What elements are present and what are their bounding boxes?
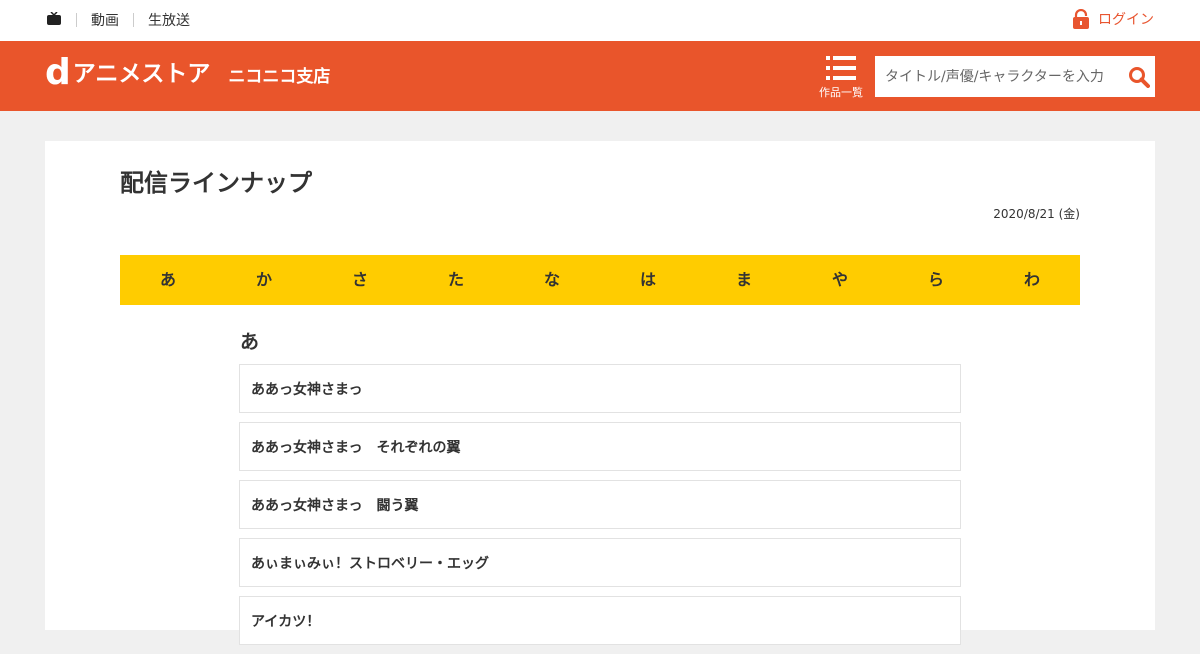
divider xyxy=(76,13,77,27)
nav-link-live[interactable]: 生放送 xyxy=(148,12,190,30)
tv-icon[interactable] xyxy=(46,12,62,26)
login-label: ログイン xyxy=(1098,12,1154,28)
search-button[interactable] xyxy=(1123,61,1155,93)
work-list-button[interactable]: 作品一覧 xyxy=(815,56,867,100)
search-input[interactable] xyxy=(875,68,1124,85)
kana-tab-sa[interactable]: さ xyxy=(312,255,408,305)
kana-tab-ma[interactable]: ま xyxy=(696,255,792,305)
kana-tab-a[interactable]: あ xyxy=(120,255,216,305)
list-item[interactable]: ああっ女神さまっ xyxy=(239,364,961,413)
divider xyxy=(133,13,134,27)
kana-tab-ra[interactable]: ら xyxy=(888,255,984,305)
site-header: d アニメストア ニコニコ支店 作品一覧 xyxy=(0,41,1200,111)
logo-d: d xyxy=(45,52,71,93)
list-item[interactable]: あぃまぃみぃ！ストロベリー・エッグ xyxy=(239,538,961,587)
list-item[interactable]: ああっ女神さまっ 闘う翼 xyxy=(239,480,961,529)
section-heading: あ xyxy=(240,331,260,353)
kana-tab-na[interactable]: な xyxy=(504,255,600,305)
kana-tab-ka[interactable]: か xyxy=(216,255,312,305)
nav-link-video[interactable]: 動画 xyxy=(91,12,119,30)
page-title: 配信ラインナップ xyxy=(120,169,312,197)
kana-tab-ya[interactable]: や xyxy=(792,255,888,305)
search-box xyxy=(875,56,1155,97)
list-item[interactable]: ああっ女神さまっ それぞれの翼 xyxy=(239,422,961,471)
kana-tab-ta[interactable]: た xyxy=(408,255,504,305)
list-item[interactable]: アイカツ！ xyxy=(239,596,961,645)
logo-brand: アニメストア xyxy=(72,61,211,87)
logo-branch: ニコニコ支店 xyxy=(228,67,331,87)
kana-index-nav: あ か さ た な は ま や ら わ xyxy=(120,255,1080,305)
title-list: ああっ女神さまっ ああっ女神さまっ それぞれの翼 ああっ女神さまっ 闘う翼 あぃ… xyxy=(239,364,961,654)
kana-tab-ha[interactable]: は xyxy=(600,255,696,305)
site-logo[interactable]: d アニメストア ニコニコ支店 xyxy=(45,52,331,93)
lock-icon xyxy=(1073,9,1089,29)
kana-tab-wa[interactable]: わ xyxy=(984,255,1080,305)
top-bar: 動画 生放送 ログイン xyxy=(0,0,1200,41)
list-menu-icon xyxy=(826,56,856,80)
search-icon xyxy=(1129,66,1151,88)
login-link[interactable]: ログイン xyxy=(1072,9,1154,29)
update-date: 2020/8/21 (金) xyxy=(993,207,1080,221)
content-panel: 配信ラインナップ 2020/8/21 (金) あ か さ た な は ま や ら… xyxy=(45,141,1155,645)
work-list-label: 作品一覧 xyxy=(819,86,863,99)
